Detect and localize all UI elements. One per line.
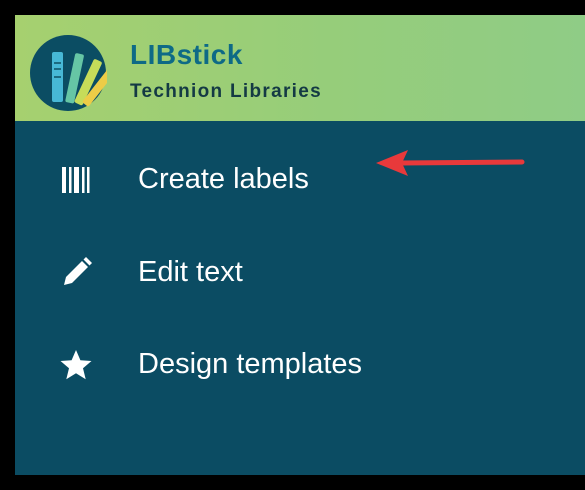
barcode-icon [62, 167, 90, 193]
nav-item-edit-text[interactable]: Edit text [15, 242, 585, 302]
brand-name: LIBstick [130, 39, 243, 70]
nav-label-edit-text: Edit text [138, 256, 243, 288]
book-spines-fan-icon [30, 35, 107, 111]
nav-label-create-labels: Create labels [138, 163, 309, 195]
nav-item-design-templates[interactable]: Design templates [15, 334, 585, 394]
red-arrow-annotation [376, 150, 525, 176]
nav-label-design-templates: Design templates [138, 348, 363, 380]
app-frame: LIBstick Technion Libraries Create label… [0, 0, 585, 490]
pencil-icon [64, 257, 92, 285]
brand-subtitle: Technion Libraries [130, 81, 322, 102]
star-icon [60, 350, 92, 380]
sidebar-header: LIBstick Technion Libraries [15, 15, 585, 121]
